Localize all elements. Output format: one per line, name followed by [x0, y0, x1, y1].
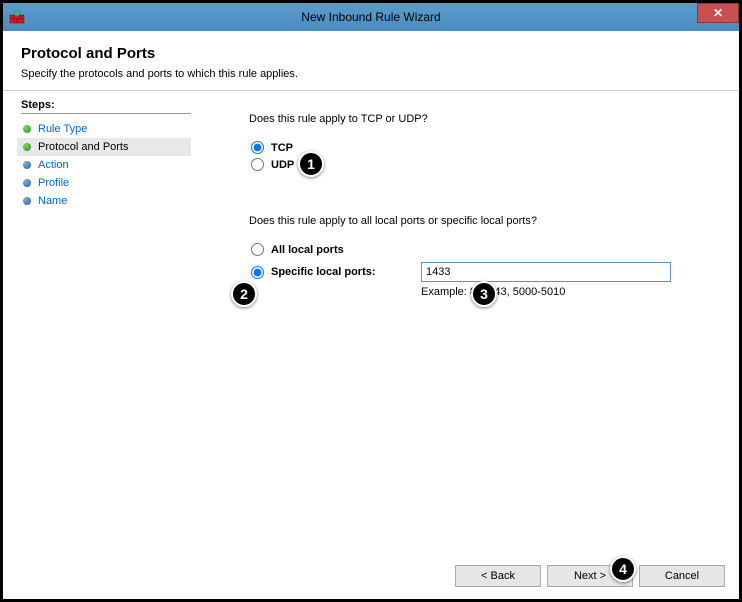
main-panel: Does this rule apply to TCP or UDP? TCP … [201, 91, 739, 571]
radio-udp-input[interactable] [251, 158, 264, 171]
ports-question: Does this rule apply to all local ports … [249, 215, 711, 227]
callout-2: 2 [231, 281, 257, 307]
radio-all-ports[interactable]: All local ports [249, 241, 711, 258]
step-name[interactable]: Name [21, 192, 191, 210]
radio-tcp-input[interactable] [251, 141, 264, 154]
step-profile[interactable]: Profile [21, 174, 191, 192]
window-title: New Inbound Rule Wizard [301, 10, 440, 24]
steps-sidebar: Steps: Rule Type Protocol and Ports Acti… [3, 91, 201, 571]
protocol-question: Does this rule apply to TCP or UDP? [249, 113, 711, 125]
step-bullet-icon [23, 197, 31, 205]
step-protocol-ports[interactable]: Protocol and Ports [17, 138, 191, 156]
titlebar: New Inbound Rule Wizard ✕ [3, 3, 739, 31]
step-bullet-icon [23, 143, 31, 151]
radio-specific-ports-input[interactable] [251, 266, 264, 279]
cancel-button[interactable]: Cancel [639, 565, 725, 587]
radio-specific-ports[interactable]: Specific local ports: [249, 264, 421, 281]
step-bullet-icon [23, 161, 31, 169]
step-bullet-icon [23, 125, 31, 133]
close-button[interactable]: ✕ [697, 3, 739, 23]
ports-input[interactable] [421, 262, 671, 282]
callout-1: 1 [298, 151, 324, 177]
ports-example: Example: 80, 443, 5000-5010 [421, 286, 711, 298]
step-rule-type[interactable]: Rule Type [21, 120, 191, 138]
step-action[interactable]: Action [21, 156, 191, 174]
page-description: Specify the protocols and ports to which… [21, 68, 721, 80]
callout-3: 3 [471, 281, 497, 307]
radio-all-ports-input[interactable] [251, 243, 264, 256]
step-bullet-icon [23, 179, 31, 187]
wizard-buttons: < Back Next > Cancel [455, 565, 725, 587]
page-header: Protocol and Ports Specify the protocols… [3, 31, 739, 91]
firewall-icon [9, 9, 25, 25]
callout-4: 4 [610, 556, 636, 582]
back-button[interactable]: < Back [455, 565, 541, 587]
steps-label: Steps: [21, 99, 191, 114]
page-title: Protocol and Ports [21, 45, 721, 62]
